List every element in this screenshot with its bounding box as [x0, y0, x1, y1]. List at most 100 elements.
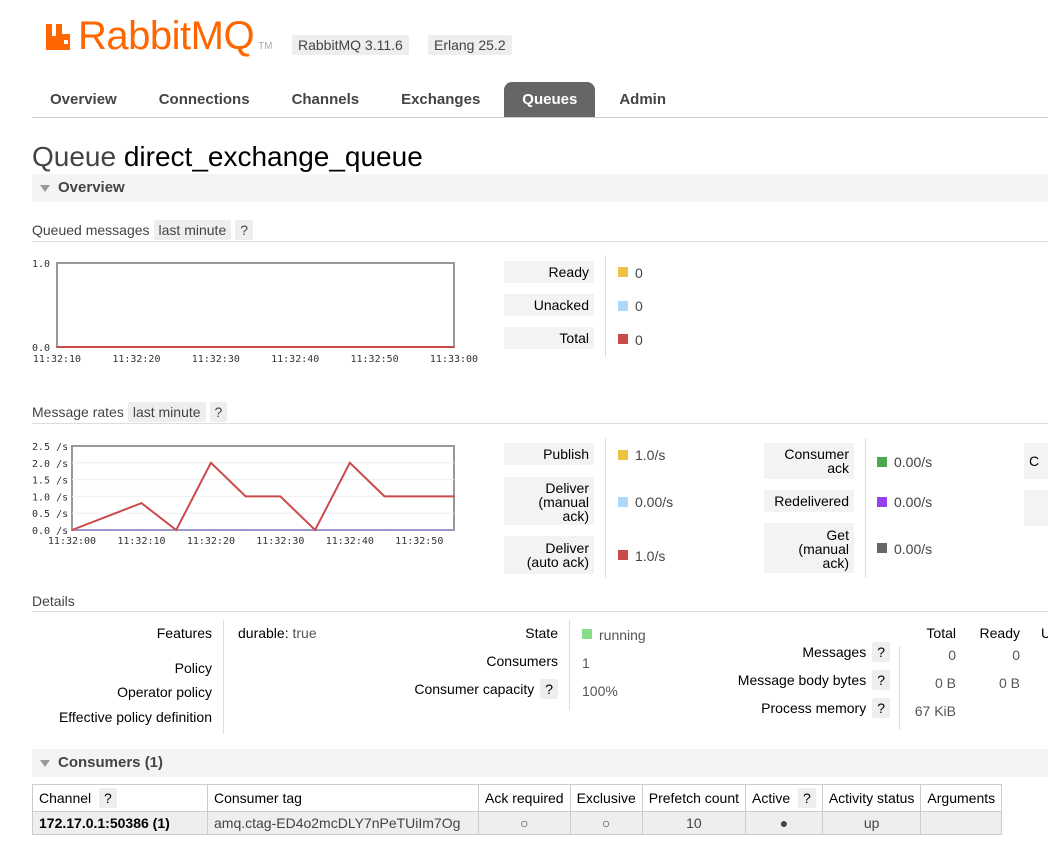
redelivered-swatch	[877, 497, 887, 507]
help-button[interactable]: ?	[235, 220, 254, 240]
consumer-capacity-text: Consumer capacity	[414, 681, 535, 697]
data-point	[349, 529, 351, 531]
tab-channels[interactable]: Channels	[274, 82, 378, 117]
active-cell: ●	[745, 811, 823, 835]
prefetch-count-cell: 10	[641, 811, 747, 835]
help-button[interactable]: ?	[540, 679, 558, 699]
legend-ready-label: Ready	[504, 261, 594, 283]
messages-ready: 0	[1012, 647, 1020, 663]
help-button[interactable]: ?	[798, 788, 816, 808]
consumers-section-toggle[interactable]: Consumers (1)	[32, 749, 1048, 777]
range-selector[interactable]: last minute	[153, 220, 232, 240]
rabbit-logo-icon	[46, 24, 70, 50]
col-exclusive: Exclusive	[569, 784, 643, 812]
x-tick-label: 11:32:00	[48, 536, 96, 547]
page-title: Queue direct_exchange_queue	[32, 141, 423, 173]
legend-divider	[865, 438, 866, 578]
collapse-triangle-icon	[40, 759, 50, 767]
messages-text: Messages	[802, 644, 867, 660]
message-body-bytes-label: Message body bytes?	[680, 670, 890, 690]
deliver-manual-rate: 0.00/s	[635, 494, 674, 510]
page-title-prefix: Queue	[32, 141, 117, 172]
consumer-tag-cell: amq.ctag-ED4o2mcDLY7nPeTUiIm7Og	[207, 811, 479, 835]
legend-divider	[605, 255, 606, 357]
data-point	[279, 529, 282, 531]
policy-label: Policy	[174, 660, 212, 676]
effective-policy-label: Effective policy definition	[58, 709, 212, 725]
x-tick-label: 11:32:40	[326, 536, 374, 547]
data-point	[349, 462, 351, 464]
channel-link[interactable]: 172.17.0.1:50386 (1)	[32, 811, 208, 835]
consumers-label: Consumers	[486, 653, 558, 669]
brand-name: RabbitMQ	[78, 14, 255, 58]
data-point	[383, 529, 386, 531]
publish-rate: 1.0/s	[635, 447, 666, 463]
help-button[interactable]: ?	[872, 698, 890, 718]
x-tick-label: 11:32:20	[187, 536, 235, 547]
get-manual-swatch	[877, 543, 887, 553]
data-point	[105, 515, 108, 518]
collapse-triangle-icon	[40, 184, 50, 192]
features-label: Features	[156, 625, 212, 641]
consumer-capacity-label: Consumer capacity?	[360, 679, 558, 699]
tab-admin[interactable]: Admin	[601, 82, 684, 117]
data-point	[71, 529, 73, 531]
tab-connections[interactable]: Connections	[141, 82, 268, 117]
stats-header-truncated: U	[1041, 625, 1048, 641]
publish-label: Publish	[504, 443, 594, 465]
col-active-label: Active	[752, 790, 791, 806]
message-rates-heading: Message rates last minute?	[32, 402, 228, 422]
legend-divider	[605, 438, 606, 578]
tab-queues[interactable]: Queues	[504, 82, 596, 117]
get-manual-ack-label: Get (manual ack)	[764, 523, 854, 573]
help-button[interactable]: ?	[209, 402, 228, 422]
table-row: 172.17.0.1:50386 (1) amq.ctag-ED4o2mcDLY…	[32, 811, 1003, 835]
col-arguments: Arguments	[920, 784, 1003, 812]
tab-divider	[32, 117, 1048, 118]
data-point	[294, 346, 297, 348]
x-tick-label: 11:32:30	[192, 354, 240, 365]
messages-label: Messages?	[680, 642, 890, 662]
data-point	[453, 495, 455, 498]
col-channel: Channel ?	[32, 784, 208, 812]
messages-total: 0	[948, 647, 956, 663]
data-point	[244, 495, 247, 498]
consumer-ack-swatch	[877, 457, 887, 467]
queue-name: direct_exchange_queue	[123, 141, 423, 172]
main-nav-tabs: Overview Connections Channels Exchanges …	[32, 82, 684, 117]
range-selector[interactable]: last minute	[127, 402, 206, 422]
y-tick-label: 1.5 /s	[32, 476, 68, 487]
data-point	[135, 346, 138, 348]
ready-value: 0	[635, 265, 643, 281]
data-point	[314, 529, 316, 531]
message-body-bytes-text: Message body bytes	[737, 672, 867, 688]
tab-exchanges[interactable]: Exchanges	[383, 82, 498, 117]
overview-section-toggle[interactable]: Overview	[32, 174, 1048, 202]
x-tick-label: 11:32:40	[271, 354, 319, 365]
help-button[interactable]: ?	[872, 670, 890, 690]
total-swatch	[618, 334, 628, 344]
message-rates-chart: 2.5 /s2.0 /s1.5 /s1.0 /s0.5 /s0.0 /s11:3…	[32, 442, 455, 547]
deliver-manual-ack-label: Deliver (manual ack)	[504, 477, 594, 525]
consumer-ack-label: Consumer ack	[764, 443, 854, 479]
y-tick-label: 1.0	[32, 259, 50, 270]
x-tick-label: 11:33:00	[430, 354, 478, 365]
process-memory-label: Process memory?	[680, 698, 890, 718]
operator-policy-label: Operator policy	[117, 684, 212, 700]
data-point	[453, 529, 455, 531]
help-button[interactable]: ?	[872, 642, 890, 662]
process-memory-text: Process memory	[761, 700, 867, 716]
queued-messages-heading: Queued messages last minute?	[32, 220, 254, 240]
unacked-value: 0	[635, 298, 643, 314]
data-point	[210, 529, 212, 531]
y-tick-label: 0.5 /s	[32, 509, 68, 520]
tab-overview[interactable]: Overview	[32, 82, 135, 117]
x-tick-label: 11:32:50	[351, 354, 399, 365]
exclusive-cell: ○	[569, 811, 643, 835]
help-button[interactable]: ?	[99, 788, 117, 808]
x-tick-label: 11:32:50	[395, 536, 443, 547]
col-ack-required: Ack required	[478, 784, 571, 812]
y-tick-label: 2.0 /s	[32, 459, 68, 470]
arguments-cell	[920, 811, 1003, 835]
body-bytes-total: 0 B	[934, 675, 956, 691]
